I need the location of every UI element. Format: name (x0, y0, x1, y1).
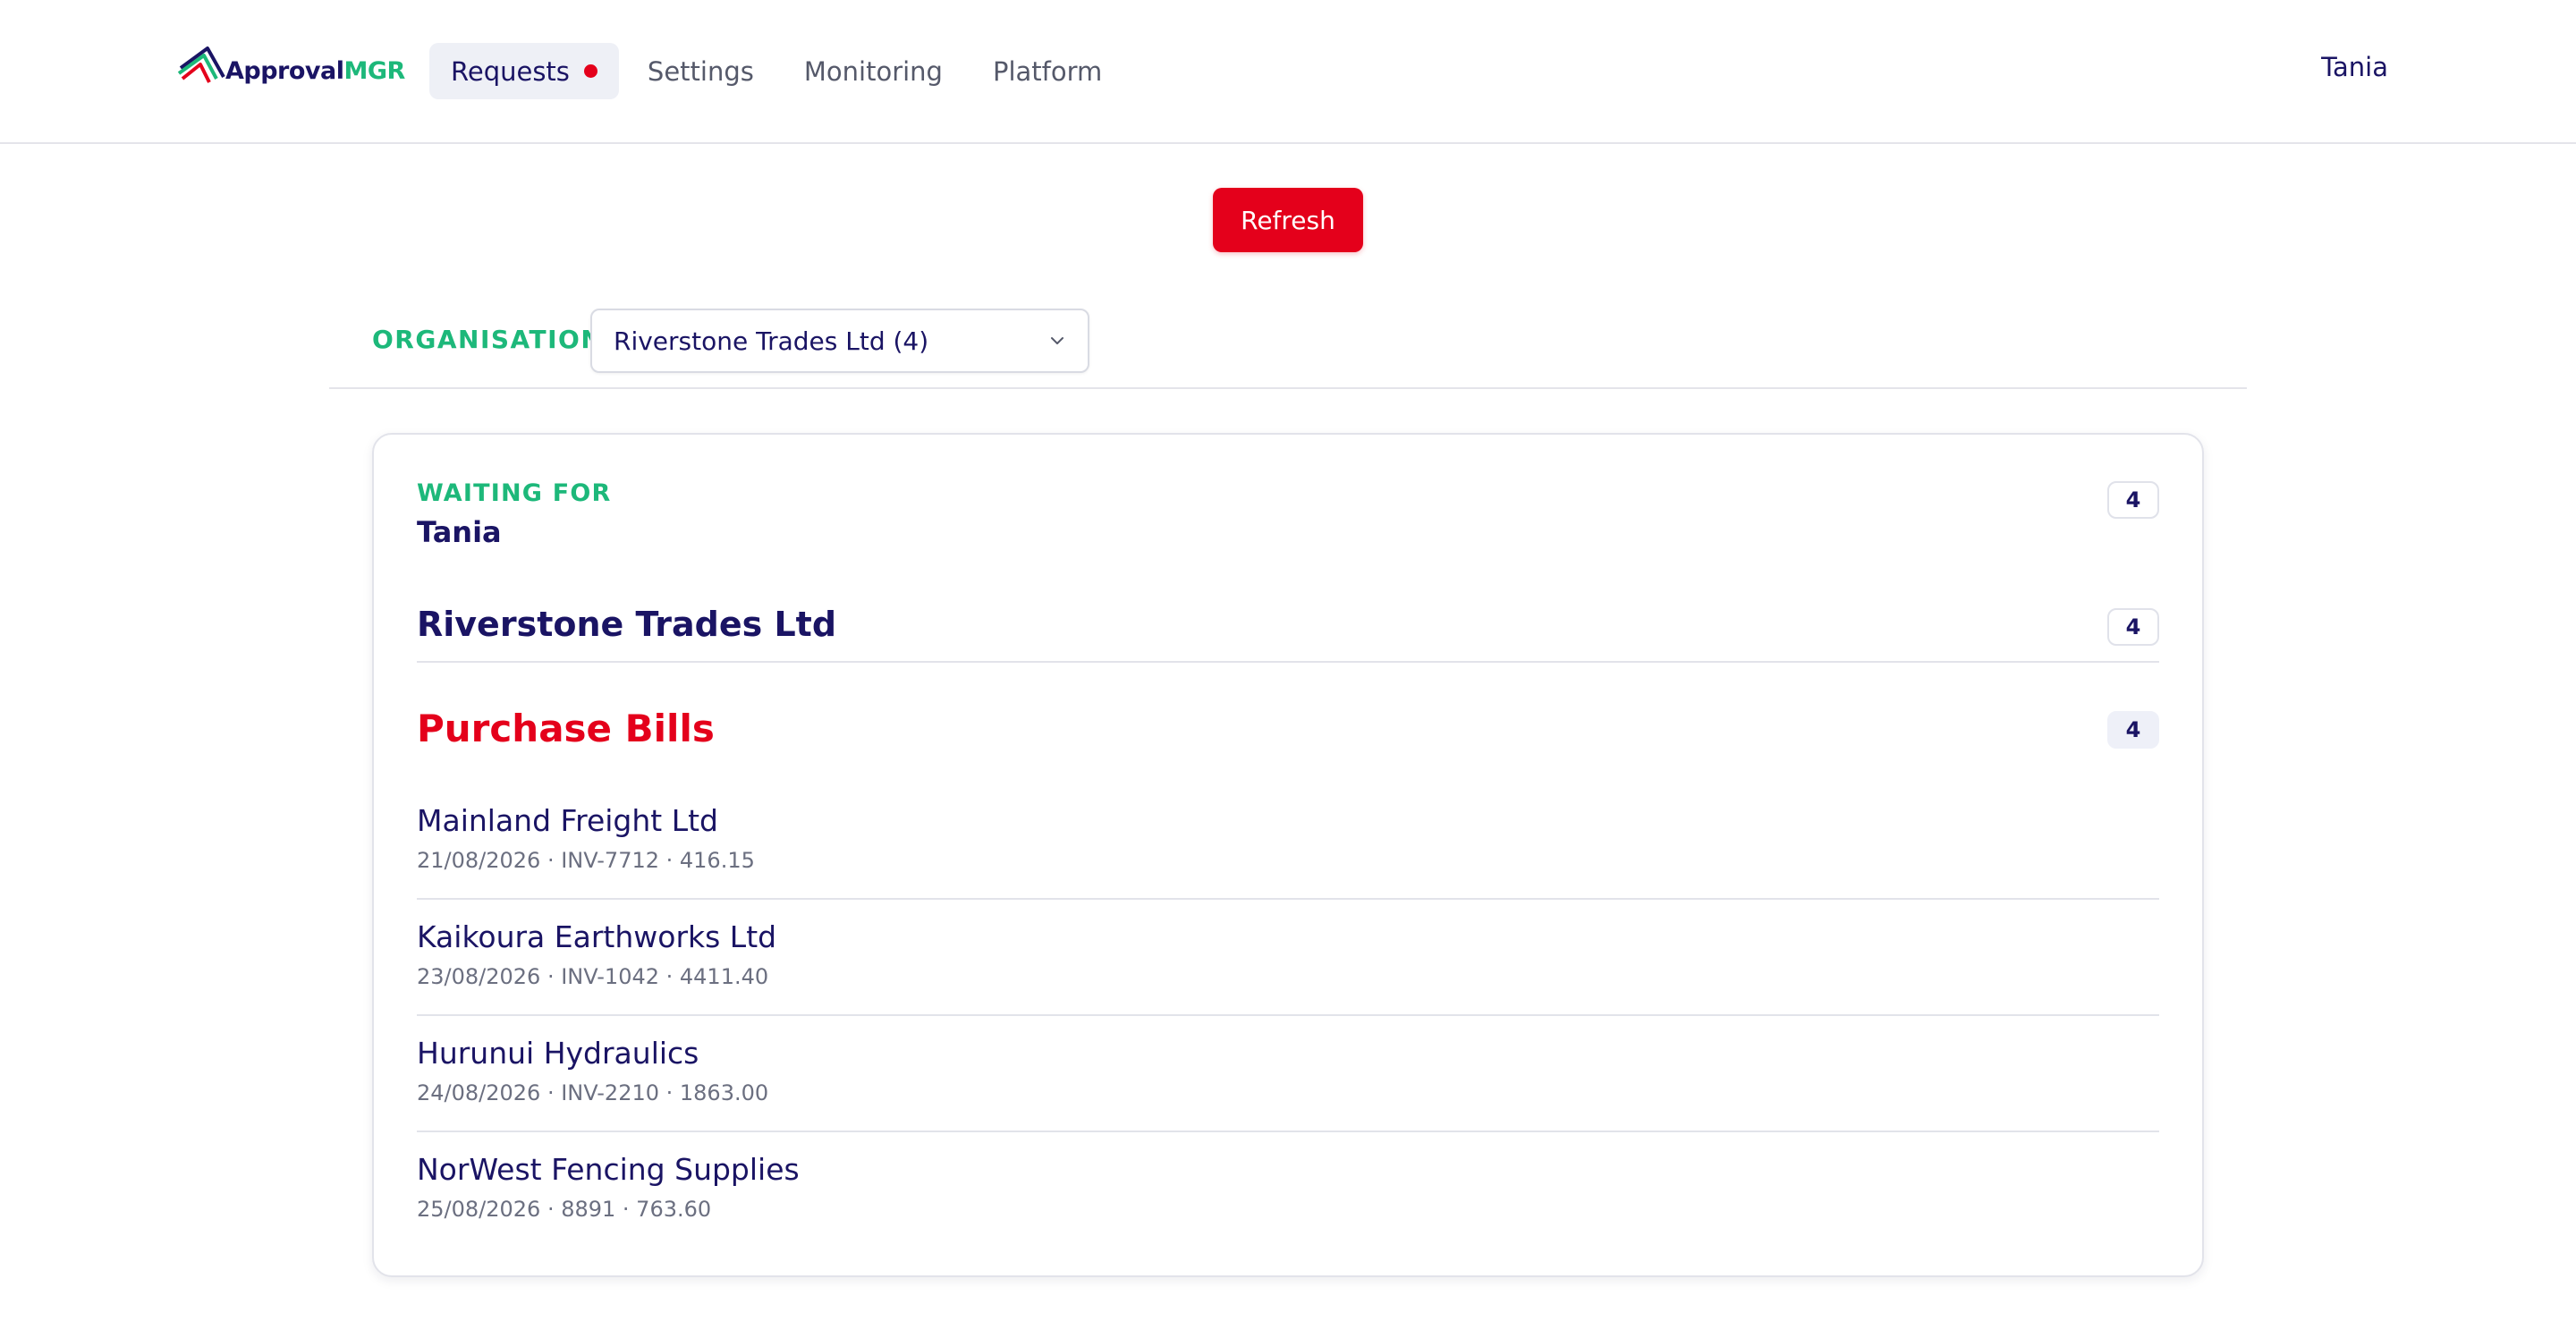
waiting-for-label: WAITING FOR (417, 479, 612, 507)
organisation-select-value: Riverstone Trades Ltd (4) (614, 326, 929, 356)
approval-logo-mark-icon (177, 47, 225, 83)
app-logo[interactable]: ApprovalMGR (177, 41, 405, 89)
list-item[interactable]: Mainland Freight Ltd 21/08/2026 · INV-77… (417, 783, 2159, 900)
organisation-select[interactable]: Riverstone Trades Ltd (4) (590, 309, 1089, 373)
bill-meta: 24/08/2026 · INV-2210 · 1863.00 (417, 1080, 769, 1105)
logo-wordmark-part2: MGR (343, 56, 406, 85)
bill-meta: 21/08/2026 · INV-7712 · 416.15 (417, 848, 755, 873)
divider (417, 661, 2159, 663)
user-menu[interactable]: Tania (2321, 52, 2388, 82)
refresh-button[interactable]: Refresh (1213, 188, 1363, 252)
bill-meta: 23/08/2026 · INV-1042 · 4411.40 (417, 964, 769, 989)
waiting-count-badge: 4 (2107, 481, 2159, 519)
section-count-badge: 4 (2107, 711, 2159, 749)
nav-item-label: Platform (992, 55, 1103, 87)
bill-supplier: Hurunui Hydraulics (417, 1036, 699, 1071)
list-item[interactable]: NorWest Fencing Supplies 25/08/2026 · 88… (417, 1132, 2159, 1249)
notification-dot-icon (583, 64, 597, 78)
bill-meta: 25/08/2026 · 8891 · 763.60 (417, 1197, 712, 1222)
nav-item-settings[interactable]: Settings (626, 43, 775, 99)
list-item[interactable]: Hurunui Hydraulics 24/08/2026 · INV-2210… (417, 1016, 2159, 1132)
chevron-down-icon (1051, 337, 1063, 344)
nav-item-label: Monitoring (803, 55, 943, 87)
bill-supplier: Mainland Freight Ltd (417, 803, 718, 838)
logo-wordmark: ApprovalMGR (225, 57, 405, 85)
main-nav: Requests Settings Monitoring Platform (429, 43, 1123, 99)
nav-item-label: Requests (451, 55, 570, 87)
top-bar: ApprovalMGR Requests Settings Monitoring… (0, 0, 2576, 144)
bill-supplier: NorWest Fencing Supplies (417, 1152, 800, 1187)
list-item[interactable]: Kaikoura Earthworks Ltd 23/08/2026 · INV… (417, 900, 2159, 1016)
organisation-label: ORGANISATION (372, 325, 604, 354)
section-title-purchase-bills[interactable]: Purchase Bills (417, 707, 715, 750)
organisation-count-badge: 4 (2107, 608, 2159, 646)
bill-supplier: Kaikoura Earthworks Ltd (417, 919, 777, 954)
organisation-filter-row: ORGANISATION Riverstone Trades Ltd (4) (329, 309, 2247, 389)
nav-item-label: Settings (647, 55, 754, 87)
organisation-heading[interactable]: Riverstone Trades Ltd (417, 605, 836, 644)
bills-list: Mainland Freight Ltd 21/08/2026 · INV-77… (417, 783, 2159, 1249)
nav-item-platform[interactable]: Platform (971, 43, 1123, 99)
nav-item-monitoring[interactable]: Monitoring (783, 43, 964, 99)
approvals-card: WAITING FOR Tania 4 Riverstone Trades Lt… (372, 433, 2204, 1277)
waiting-for-name: Tania (417, 515, 502, 549)
nav-item-requests[interactable]: Requests (429, 43, 619, 99)
logo-wordmark-part1: Approval (225, 56, 344, 85)
